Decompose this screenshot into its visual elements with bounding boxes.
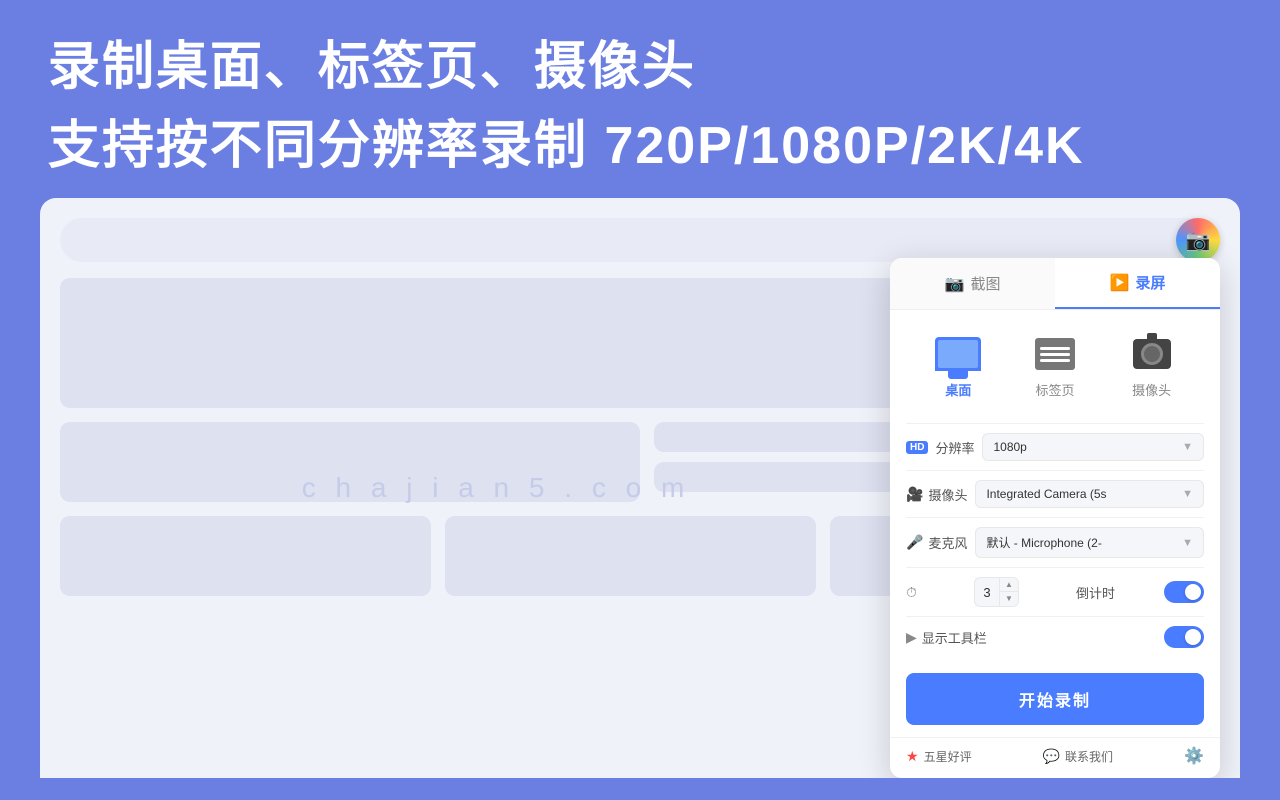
gear-icon: ⚙️ <box>1184 746 1204 766</box>
chat-icon: 💬 <box>1043 748 1060 765</box>
hd-badge: HD <box>906 441 928 454</box>
review-label: 五星好评 <box>924 748 972 765</box>
countdown-label: ⏱ <box>906 584 966 601</box>
source-desktop-label: 桌面 <box>945 380 971 399</box>
camera-label-text: 摄像头 <box>928 485 967 504</box>
tab-record[interactable]: ▶️ 录屏 <box>1055 258 1220 309</box>
extension-icon[interactable] <box>1176 218 1220 262</box>
camera-arrow: ▼ <box>1182 488 1193 500</box>
setting-countdown-row: ⏱ 3 ▲ ▼ 倒计时 <box>906 567 1204 616</box>
tab-line-3 <box>1040 359 1070 362</box>
toolbar-toggle[interactable] <box>1164 626 1204 648</box>
toolbar-label: ▶ 显示工具栏 <box>906 628 987 647</box>
record-tab-icon: ▶️ <box>1110 273 1130 293</box>
footer-review[interactable]: ★ 五星好评 <box>906 748 972 765</box>
popup-panel: 📷 截图 ▶️ 录屏 桌面 <box>890 258 1220 778</box>
tab-record-label: 录屏 <box>1135 272 1165 293</box>
screenshot-tab-icon: 📷 <box>945 274 965 294</box>
content-block-large <box>60 278 930 408</box>
setting-resolution-row: HD 分辨率 1080p ▼ <box>906 423 1204 470</box>
source-tab[interactable]: 标签页 <box>1019 326 1091 407</box>
address-bar <box>60 218 1220 262</box>
countdown-value: 3 <box>975 585 999 600</box>
main-container: c h a j i a n 5 . c o m 📷 截图 ▶️ 录屏 <box>40 198 1240 778</box>
camera-source-icon <box>1133 339 1171 369</box>
banner-title2: 支持按不同分辨率录制 720P/1080P/2K/4K <box>48 103 1232 178</box>
camera-select[interactable]: Integrated Camera (5s ▼ <box>975 480 1204 508</box>
settings-area: HD 分辨率 1080p ▼ 🎥 摄像头 Int <box>890 415 1220 669</box>
tab-screenshot[interactable]: 📷 截图 <box>890 258 1055 309</box>
tab-icon-wrap <box>1031 334 1079 374</box>
setting-toolbar-row: ▶ 显示工具栏 <box>906 616 1204 657</box>
resolution-label-text: 分辨率 <box>935 438 974 457</box>
content-block-sm1 <box>60 422 640 502</box>
start-record-button[interactable]: 开始录制 <box>906 673 1204 725</box>
camera-icon-wrap <box>1128 334 1176 374</box>
camera-control: Integrated Camera (5s ▼ <box>975 480 1204 508</box>
content-block-bt1 <box>60 516 431 596</box>
banner-title1: 录制桌面、标签页、摄像头 <box>48 24 1232 99</box>
mic-select[interactable]: 默认 - Microphone (2- ▼ <box>975 527 1204 558</box>
mic-label: 🎤 麦克风 <box>906 533 967 552</box>
resolution-label: HD 分辨率 <box>906 438 974 457</box>
resolution-control: 1080p ▼ <box>982 433 1204 461</box>
contact-label: 联系我们 <box>1065 748 1113 765</box>
desktop-icon-wrap <box>934 334 982 374</box>
mic-arrow: ▼ <box>1182 537 1193 549</box>
address-input[interactable] <box>76 232 1204 248</box>
toolbar-control <box>995 626 1204 648</box>
setting-mic-row: 🎤 麦克风 默认 - Microphone (2- ▼ <box>906 517 1204 567</box>
desktop-icon <box>935 337 981 371</box>
panel-footer: ★ 五星好评 💬 联系我们 ⚙️ <box>890 737 1220 778</box>
source-tab-label: 标签页 <box>1035 380 1074 399</box>
panel-tabs: 📷 截图 ▶️ 录屏 <box>890 258 1220 310</box>
countdown-icon: ⏱ <box>906 584 917 601</box>
countdown-control: 3 ▲ ▼ 倒计时 <box>974 577 1204 607</box>
toolbar-label-text: 显示工具栏 <box>922 628 987 647</box>
banner: 录制桌面、标签页、摄像头 支持按不同分辨率录制 720P/1080P/2K/4K <box>0 0 1280 198</box>
mic-label-text: 麦克风 <box>928 533 967 552</box>
spinner-down[interactable]: ▼ <box>1000 592 1018 606</box>
footer-settings[interactable]: ⚙️ <box>1184 746 1204 766</box>
tab-line-2 <box>1040 353 1070 356</box>
tab-line-1 <box>1040 347 1070 350</box>
source-selector: 桌面 标签页 摄像头 <box>890 310 1220 415</box>
mic-label-icon: 🎤 <box>906 534 923 551</box>
countdown-toggle[interactable] <box>1164 581 1204 603</box>
source-camera[interactable]: 摄像头 <box>1116 326 1188 407</box>
setting-camera-row: 🎥 摄像头 Integrated Camera (5s ▼ <box>906 470 1204 517</box>
countdown-text: 倒计时 <box>1076 583 1115 602</box>
countdown-input[interactable]: 3 ▲ ▼ <box>974 577 1019 607</box>
toolbar-icon: ▶ <box>906 629 917 646</box>
content-block-bt2 <box>445 516 816 596</box>
resolution-select[interactable]: 1080p ▼ <box>982 433 1204 461</box>
mic-control: 默认 - Microphone (2- ▼ <box>975 527 1204 558</box>
mic-value: 默认 - Microphone (2- <box>986 534 1101 551</box>
camera-value: Integrated Camera (5s <box>986 487 1106 501</box>
spinner-up[interactable]: ▲ <box>1000 578 1018 592</box>
countdown-spinners: ▲ ▼ <box>999 578 1018 606</box>
camera-label-icon: 🎥 <box>906 486 923 503</box>
camera-label: 🎥 摄像头 <box>906 485 967 504</box>
source-camera-label: 摄像头 <box>1132 380 1171 399</box>
source-desktop[interactable]: 桌面 <box>922 326 994 407</box>
tab-icon <box>1035 338 1075 370</box>
footer-contact[interactable]: 💬 联系我们 <box>1043 748 1113 765</box>
star-icon: ★ <box>906 748 919 765</box>
desktop-screen <box>938 340 978 368</box>
resolution-arrow: ▼ <box>1182 441 1193 453</box>
tab-screenshot-label: 截图 <box>970 273 1000 294</box>
resolution-value: 1080p <box>993 440 1026 454</box>
